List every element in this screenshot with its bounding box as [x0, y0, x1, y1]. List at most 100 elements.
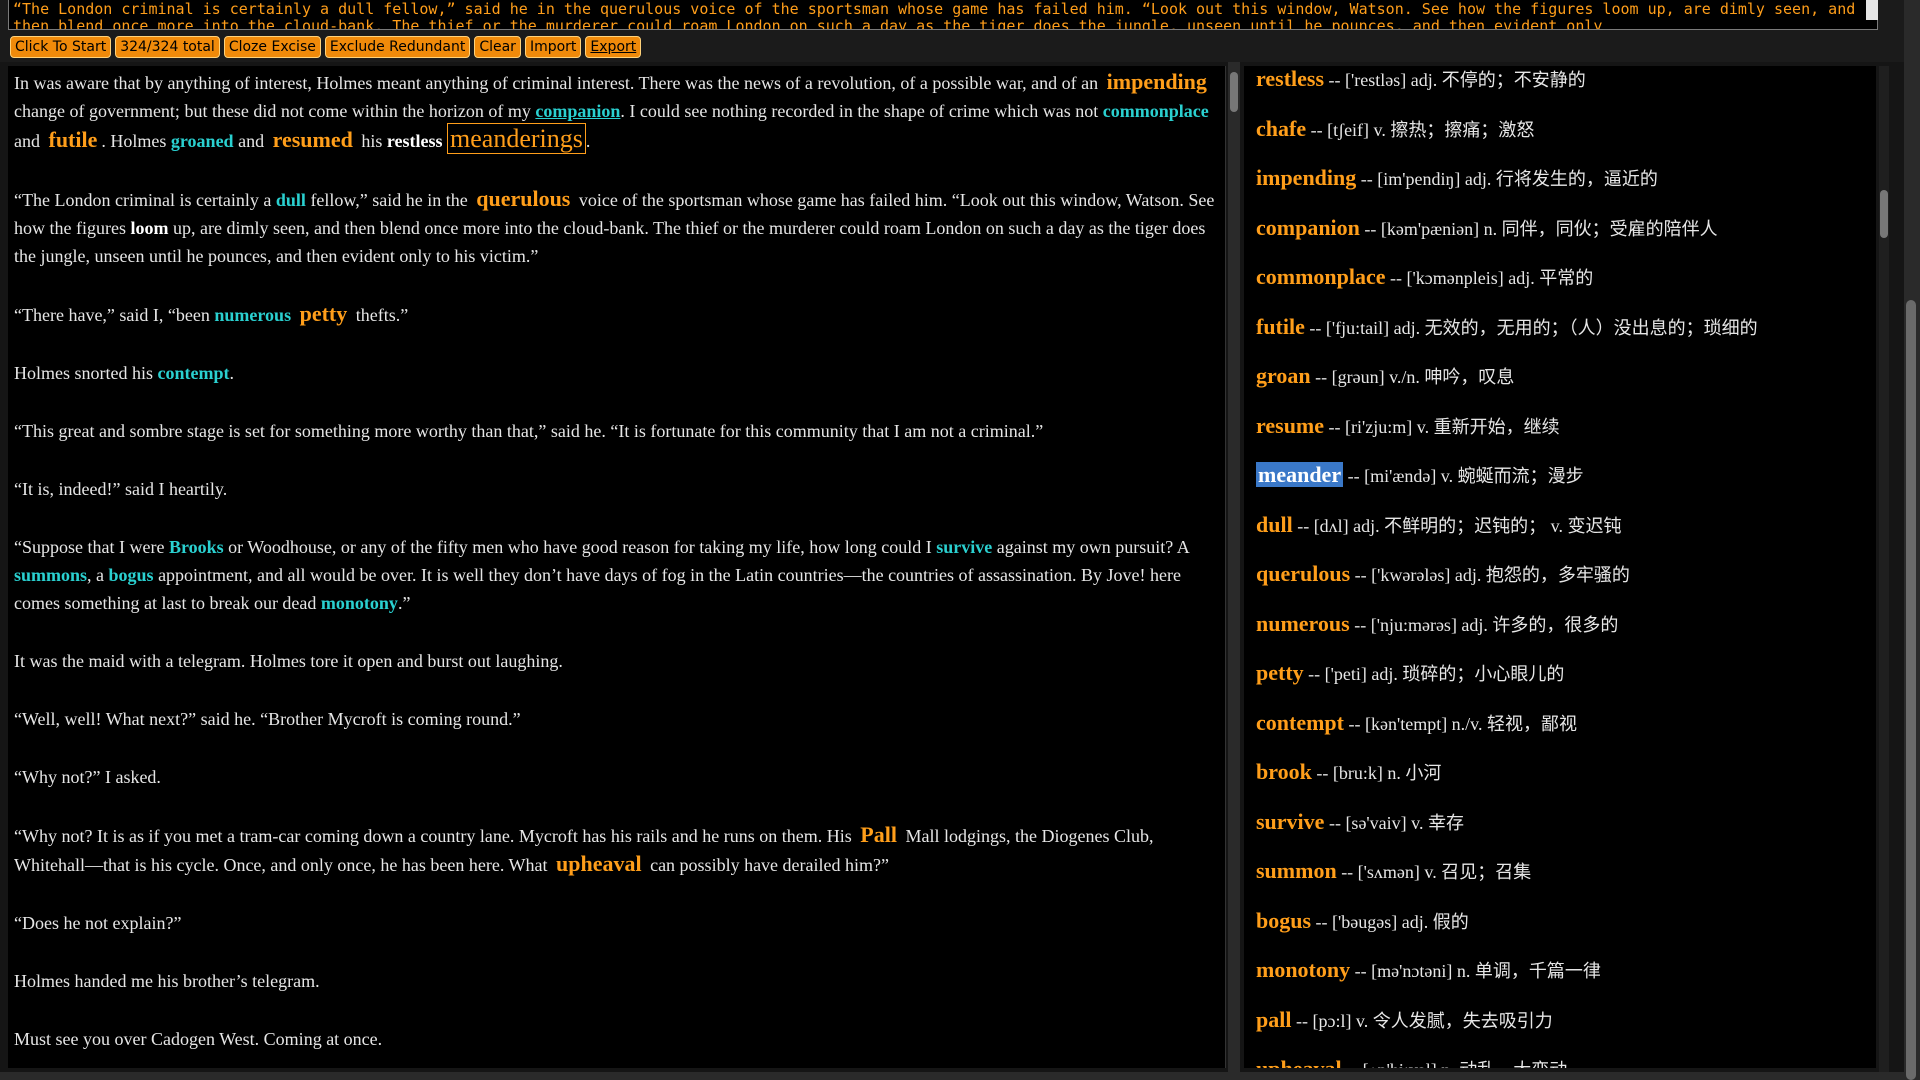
dictionary-scrollbar-thumb[interactable] — [1880, 190, 1888, 238]
vocab-word[interactable]: summons — [14, 565, 87, 585]
dictionary-entry[interactable]: groan -- [grəun] v./n. 呻吟，叹息 — [1256, 363, 1514, 389]
text: . — [229, 363, 234, 383]
dictionary-entry[interactable]: bogus -- ['bəugəs] adj. 假的 — [1256, 908, 1469, 934]
main-area: In was aware that by anything of interes… — [0, 62, 1920, 1072]
vocab-word[interactable]: loom — [130, 218, 168, 238]
export-button[interactable]: Export — [585, 36, 642, 58]
exclude-redundant-button[interactable]: Exclude Redundant — [324, 36, 471, 58]
dictionary-headword[interactable]: impending — [1256, 165, 1356, 190]
selected-vocab-word[interactable]: meanderings — [447, 123, 586, 154]
dictionary-definition: -- [ri'zju:m] v. 重新开始，继续 — [1324, 416, 1560, 437]
vocab-word[interactable]: contempt — [158, 363, 230, 383]
dictionary-definition: -- ['peti] adj. 琐碎的；小心眼儿的 — [1303, 664, 1565, 684]
dictionary-definition: -- ['bəugəs] adj. 假的 — [1311, 911, 1469, 932]
vocab-word[interactable]: Brooks — [169, 537, 224, 557]
dictionary-entry[interactable]: survive -- [sə'vaiv] v. 幸存 — [1256, 809, 1464, 835]
reading-pane[interactable]: In was aware that by anything of interes… — [8, 66, 1226, 1068]
dictionary-definition: -- [tʃeif] v. 擦热；擦痛；激怒 — [1306, 119, 1535, 140]
vocab-word[interactable]: restless — [387, 131, 443, 151]
source-text-box[interactable]: “The London criminal is certainly a dull… — [8, 0, 1878, 30]
dictionary-entry[interactable]: brook -- [bru:k] n. 小河 — [1256, 759, 1441, 785]
reading-scrollbar-thumb[interactable] — [1230, 72, 1238, 112]
text: “The London criminal is certainly a — [14, 190, 272, 210]
paragraph: Must see you over Cadogen West. Coming a… — [14, 1029, 383, 1049]
dictionary-entry[interactable]: impending -- [im'pendiŋ] adj. 行将发生的，逼近的 — [1256, 165, 1658, 191]
dictionary-definition: -- [im'pendiŋ] adj. 行将发生的，逼近的 — [1356, 169, 1658, 189]
dictionary-definition: -- [bru:k] n. 小河 — [1311, 763, 1442, 783]
dictionary-entry[interactable]: numerous -- ['nju:mərəs] adj. 许多的，很多的 — [1256, 611, 1618, 637]
source-text-scrollbar[interactable] — [1866, 0, 1878, 20]
paragraph: Holmes handed me his brother’s telegram. — [14, 971, 320, 991]
dictionary-headword[interactable]: groan — [1256, 363, 1311, 388]
text: fellow,” said he in the — [310, 190, 468, 210]
vocab-word[interactable]: impending — [1107, 69, 1207, 94]
dictionary-entry[interactable]: restless -- ['restləs] adj. 不停的；不安静的 — [1256, 66, 1586, 92]
dictionary-entry[interactable]: futile -- ['fju:tail] adj. 无效的，无用的；（人）没出… — [1256, 314, 1758, 340]
paragraph: “Suppose that I were Brooks or Woodhouse… — [14, 533, 1219, 617]
vocab-word[interactable]: commonplace — [1103, 101, 1209, 121]
dictionary-headword[interactable]: bogus — [1256, 908, 1311, 933]
import-button[interactable]: Import — [524, 36, 582, 58]
dictionary-headword[interactable]: meander — [1256, 462, 1344, 487]
dictionary-entry[interactable]: meander -- [mi'ændə] v. 蜿蜒而流；漫步 — [1256, 462, 1584, 488]
dictionary-entry[interactable]: pall -- [pɔ:l] v. 令人发腻，失去吸引力 — [1256, 1007, 1553, 1033]
cloze-excise-button[interactable]: Cloze Excise — [223, 36, 321, 58]
vocab-word[interactable]: survive — [936, 537, 992, 557]
text: and — [14, 131, 40, 151]
dictionary-headword[interactable]: resume — [1256, 413, 1324, 438]
dictionary-headword[interactable]: companion — [1256, 215, 1360, 240]
dictionary-headword[interactable]: monotony — [1256, 957, 1350, 982]
vocab-word[interactable]: dull — [276, 190, 306, 210]
dictionary-headword[interactable]: futile — [1256, 314, 1305, 339]
vocab-word[interactable]: futile — [49, 127, 98, 152]
clear-button[interactable]: Clear — [474, 36, 521, 58]
dictionary-headword[interactable]: numerous — [1256, 611, 1350, 636]
paragraph: “The London criminal is certainly a dull… — [14, 185, 1219, 270]
pane-divider[interactable] — [1228, 62, 1240, 1072]
dictionary-entry[interactable]: companion -- [kəm'pæniən] n. 同伴，同伙；受雇的陪伴… — [1256, 215, 1718, 241]
dictionary-entry[interactable]: dull -- [dʌl] adj. 不鲜明的；迟钝的； v. 变迟钝 — [1256, 512, 1622, 538]
dictionary-headword[interactable]: contempt — [1256, 710, 1344, 735]
dictionary-headword[interactable]: dull — [1256, 512, 1293, 537]
vocab-word[interactable]: companion — [535, 101, 620, 121]
dictionary-entry[interactable]: monotony -- [mə'nɔtəni] n. 单调，千篇一律 — [1256, 957, 1601, 983]
dictionary-entry[interactable]: upheaval -- [ʌp'hi:vəl] n. 动乱，大变动 — [1256, 1056, 1567, 1068]
text: “Why not? It is as if you met a tram-car… — [14, 826, 852, 846]
dictionary-entry[interactable]: contempt -- [kən'tempt] n./v. 轻视，鄙视 — [1256, 710, 1577, 736]
dictionary-headword[interactable]: survive — [1256, 809, 1324, 834]
vocab-word[interactable]: groaned — [171, 131, 234, 151]
dictionary-headword[interactable]: chafe — [1256, 116, 1306, 141]
dictionary-entry[interactable]: commonplace -- ['kɔmənpleis] adj. 平常的 — [1256, 264, 1593, 290]
horizontal-scrollbar[interactable] — [0, 1072, 1904, 1080]
dictionary-entry[interactable]: summon -- ['sʌmən] v. 召见；召集 — [1256, 858, 1531, 884]
dictionary-headword[interactable]: restless — [1256, 66, 1324, 91]
dictionary-headword[interactable]: pall — [1256, 1007, 1291, 1032]
dictionary-entry[interactable]: resume -- [ri'zju:m] v. 重新开始，继续 — [1256, 413, 1560, 439]
text: against my own pursuit? A — [996, 537, 1189, 557]
dictionary-entry[interactable]: querulous -- ['kwərələs] adj. 抱怨的，多牢骚的 — [1256, 561, 1630, 587]
word-count-button[interactable]: 324/324 total — [115, 36, 220, 58]
vocab-word[interactable]: numerous — [214, 305, 291, 325]
dictionary-entry[interactable]: chafe -- [tʃeif] v. 擦热；擦痛；激怒 — [1256, 116, 1534, 142]
dictionary-headword[interactable]: brook — [1256, 759, 1312, 784]
dictionary-headword[interactable]: petty — [1256, 660, 1304, 685]
vocab-word[interactable]: bogus — [109, 565, 154, 585]
window-scrollbar-thumb[interactable] — [1906, 300, 1916, 1080]
dictionary-headword[interactable]: querulous — [1256, 561, 1350, 586]
dictionary-entry[interactable]: petty -- ['peti] adj. 琐碎的；小心眼儿的 — [1256, 660, 1564, 686]
dictionary-headword[interactable]: commonplace — [1256, 264, 1386, 289]
dictionary-headword[interactable]: summon — [1256, 858, 1337, 883]
vocab-word[interactable]: monotony — [321, 593, 398, 613]
click-to-start-button[interactable]: Click To Start — [10, 36, 112, 58]
dictionary-definition: -- [pɔ:l] v. 令人发腻，失去吸引力 — [1291, 1010, 1553, 1031]
dictionary-headword[interactable]: upheaval — [1256, 1056, 1342, 1068]
vocab-word[interactable]: resumed — [273, 127, 353, 152]
dictionary-definition: -- ['kwərələs] adj. 抱怨的，多牢骚的 — [1350, 565, 1630, 585]
vocab-word[interactable]: upheaval — [556, 851, 642, 876]
paragraph: “This great and sombre stage is set for … — [14, 421, 1044, 441]
vocab-word[interactable]: petty — [300, 301, 348, 326]
text: thefts.” — [355, 305, 409, 325]
vocab-word[interactable]: Pall — [860, 822, 897, 847]
dictionary-pane[interactable]: restless -- ['restləs] adj. 不停的；不安静的 chaf… — [1244, 66, 1876, 1068]
vocab-word[interactable]: querulous — [476, 186, 570, 211]
